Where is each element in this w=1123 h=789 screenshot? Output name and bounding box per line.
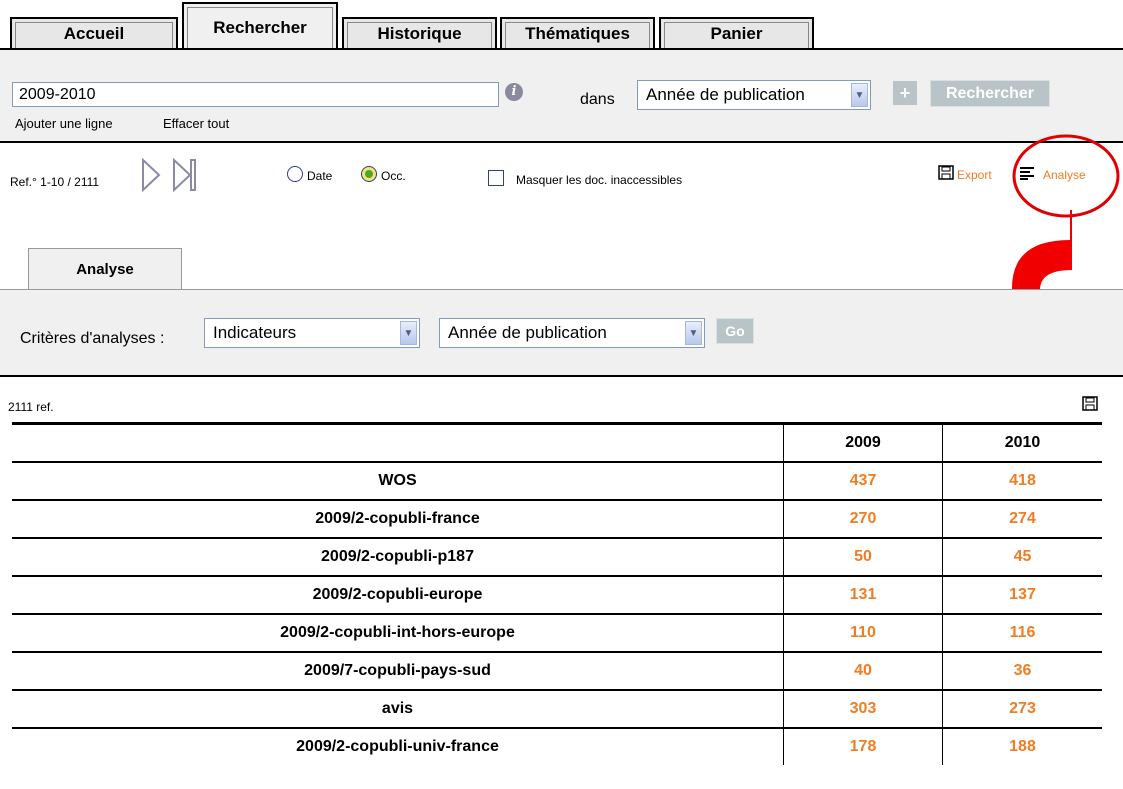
tab-accueil[interactable]: Accueil xyxy=(10,17,178,49)
tab-label: Panier xyxy=(710,24,763,43)
row-label: 2009/7-copubli-pays-sud xyxy=(12,651,784,690)
dans-label: dans xyxy=(580,91,615,108)
hide-inaccessible-checkbox[interactable] xyxy=(488,170,504,186)
criteria-label: Critères d'analyses : xyxy=(20,330,165,347)
clear-all-link[interactable]: Effacer tout xyxy=(163,116,229,131)
count-2010[interactable]: 273 xyxy=(942,689,1102,728)
chevron-down-icon[interactable]: ▼ xyxy=(685,321,702,345)
sort-date-label: Date xyxy=(307,169,333,183)
sort-date-radio[interactable] xyxy=(287,166,303,182)
row-label: 2009/2-copubli-p187 xyxy=(12,537,784,576)
table-row: 2009/2-copubli-europe 131 137 xyxy=(12,575,1102,614)
table-row: 2009/7-copubli-pays-sud 40 36 xyxy=(12,651,1102,690)
main-tab-bar: Accueil Rechercher Historique Thématique… xyxy=(0,0,1123,50)
select-value: Année de publication xyxy=(448,323,607,342)
tab-label: Accueil xyxy=(63,24,125,43)
criteria-select-1[interactable]: Indicateurs ▼ xyxy=(204,318,420,348)
column-header: 2009 xyxy=(783,422,943,462)
save-icon[interactable] xyxy=(1082,396,1100,412)
count-2010[interactable]: 116 xyxy=(942,613,1102,652)
table-row: 2009/2-copubli-france 270 274 xyxy=(12,499,1102,538)
tab-historique[interactable]: Historique xyxy=(342,17,497,49)
add-line-link[interactable]: Ajouter une ligne xyxy=(15,116,113,131)
floppy-disk-icon xyxy=(938,165,954,180)
row-label: 2009/2-copubli-france xyxy=(12,499,784,538)
table-row: WOS 437 418 xyxy=(12,461,1102,500)
count-2009[interactable]: 131 xyxy=(783,575,943,614)
count-2009[interactable]: 303 xyxy=(783,689,943,728)
search-panel: i dans Année de publication ▼ + Recherch… xyxy=(0,48,1123,143)
count-2010[interactable]: 418 xyxy=(942,461,1102,500)
ref-range: Ref.° 1-10 / 2111 xyxy=(10,175,100,189)
table-row: avis 303 273 xyxy=(12,689,1102,728)
pagination-controls xyxy=(142,158,196,192)
table-row: 2009/2-copubli-int-hors-europe 110 116 xyxy=(12,613,1102,652)
chevron-down-icon[interactable]: ▼ xyxy=(851,83,868,107)
last-page-icon[interactable] xyxy=(173,158,196,192)
sort-occ-label: Occ. xyxy=(381,169,406,183)
ref-count: 2111 ref. xyxy=(8,400,54,414)
table-row: 2009/2-copubli-univ-france 178 188 xyxy=(12,727,1102,765)
select-value: Année de publication xyxy=(646,85,805,104)
count-2009[interactable]: 110 xyxy=(783,613,943,652)
column-header xyxy=(12,422,784,462)
tab-panier[interactable]: Panier xyxy=(659,17,814,49)
count-2010[interactable]: 188 xyxy=(942,727,1102,765)
tab-rechercher[interactable]: Rechercher xyxy=(182,2,338,50)
count-2009[interactable]: 40 xyxy=(783,651,943,690)
hide-inaccessible-label: Masquer les doc. inaccessibles xyxy=(516,173,683,187)
tab-thematiques[interactable]: Thématiques xyxy=(500,17,655,49)
select-value: Indicateurs xyxy=(213,323,297,342)
row-label: avis xyxy=(12,689,784,728)
criteria-select-2[interactable]: Année de publication ▼ xyxy=(439,318,705,348)
tab-analyse[interactable]: Analyse xyxy=(28,248,182,290)
search-button[interactable]: Rechercher xyxy=(930,80,1050,107)
count-2010[interactable]: 274 xyxy=(942,499,1102,538)
search-input[interactable] xyxy=(12,82,499,107)
analysis-panel: Critères d'analyses : Indicateurs ▼ Anné… xyxy=(0,289,1123,377)
count-2009[interactable]: 437 xyxy=(783,461,943,500)
table-header-row: 2009 2010 xyxy=(12,422,1102,462)
sort-occ-radio[interactable] xyxy=(361,166,377,182)
count-2010[interactable]: 36 xyxy=(942,651,1102,690)
count-2009[interactable]: 178 xyxy=(783,727,943,765)
row-label: 2009/2-copubli-univ-france xyxy=(12,727,784,765)
tab-label: Rechercher xyxy=(213,18,307,37)
tab-label: Analyse xyxy=(76,261,134,278)
next-page-icon[interactable] xyxy=(142,158,161,192)
chevron-down-icon[interactable]: ▼ xyxy=(400,321,417,345)
search-field-select[interactable]: Année de publication ▼ xyxy=(637,80,871,110)
highlight-circle xyxy=(1012,134,1120,218)
count-2009[interactable]: 50 xyxy=(783,537,943,576)
add-criteria-button[interactable]: + xyxy=(893,81,917,105)
tab-label: Historique xyxy=(377,24,462,43)
column-header: 2010 xyxy=(942,422,1102,462)
row-label: 2009/2-copubli-int-hors-europe xyxy=(12,613,784,652)
count-2009[interactable]: 270 xyxy=(783,499,943,538)
tab-label: Thématiques xyxy=(525,24,630,43)
count-2010[interactable]: 137 xyxy=(942,575,1102,614)
table-row: 2009/2-copubli-p187 50 45 xyxy=(12,537,1102,576)
analysis-table: 2009 2010 WOS 437 418 2009/2-copubli-fra… xyxy=(12,422,1102,765)
go-button[interactable]: Go xyxy=(716,318,754,344)
count-2010[interactable]: 45 xyxy=(942,537,1102,576)
row-label: 2009/2-copubli-europe xyxy=(12,575,784,614)
row-label: WOS xyxy=(12,461,784,500)
info-icon[interactable]: i xyxy=(505,83,523,101)
